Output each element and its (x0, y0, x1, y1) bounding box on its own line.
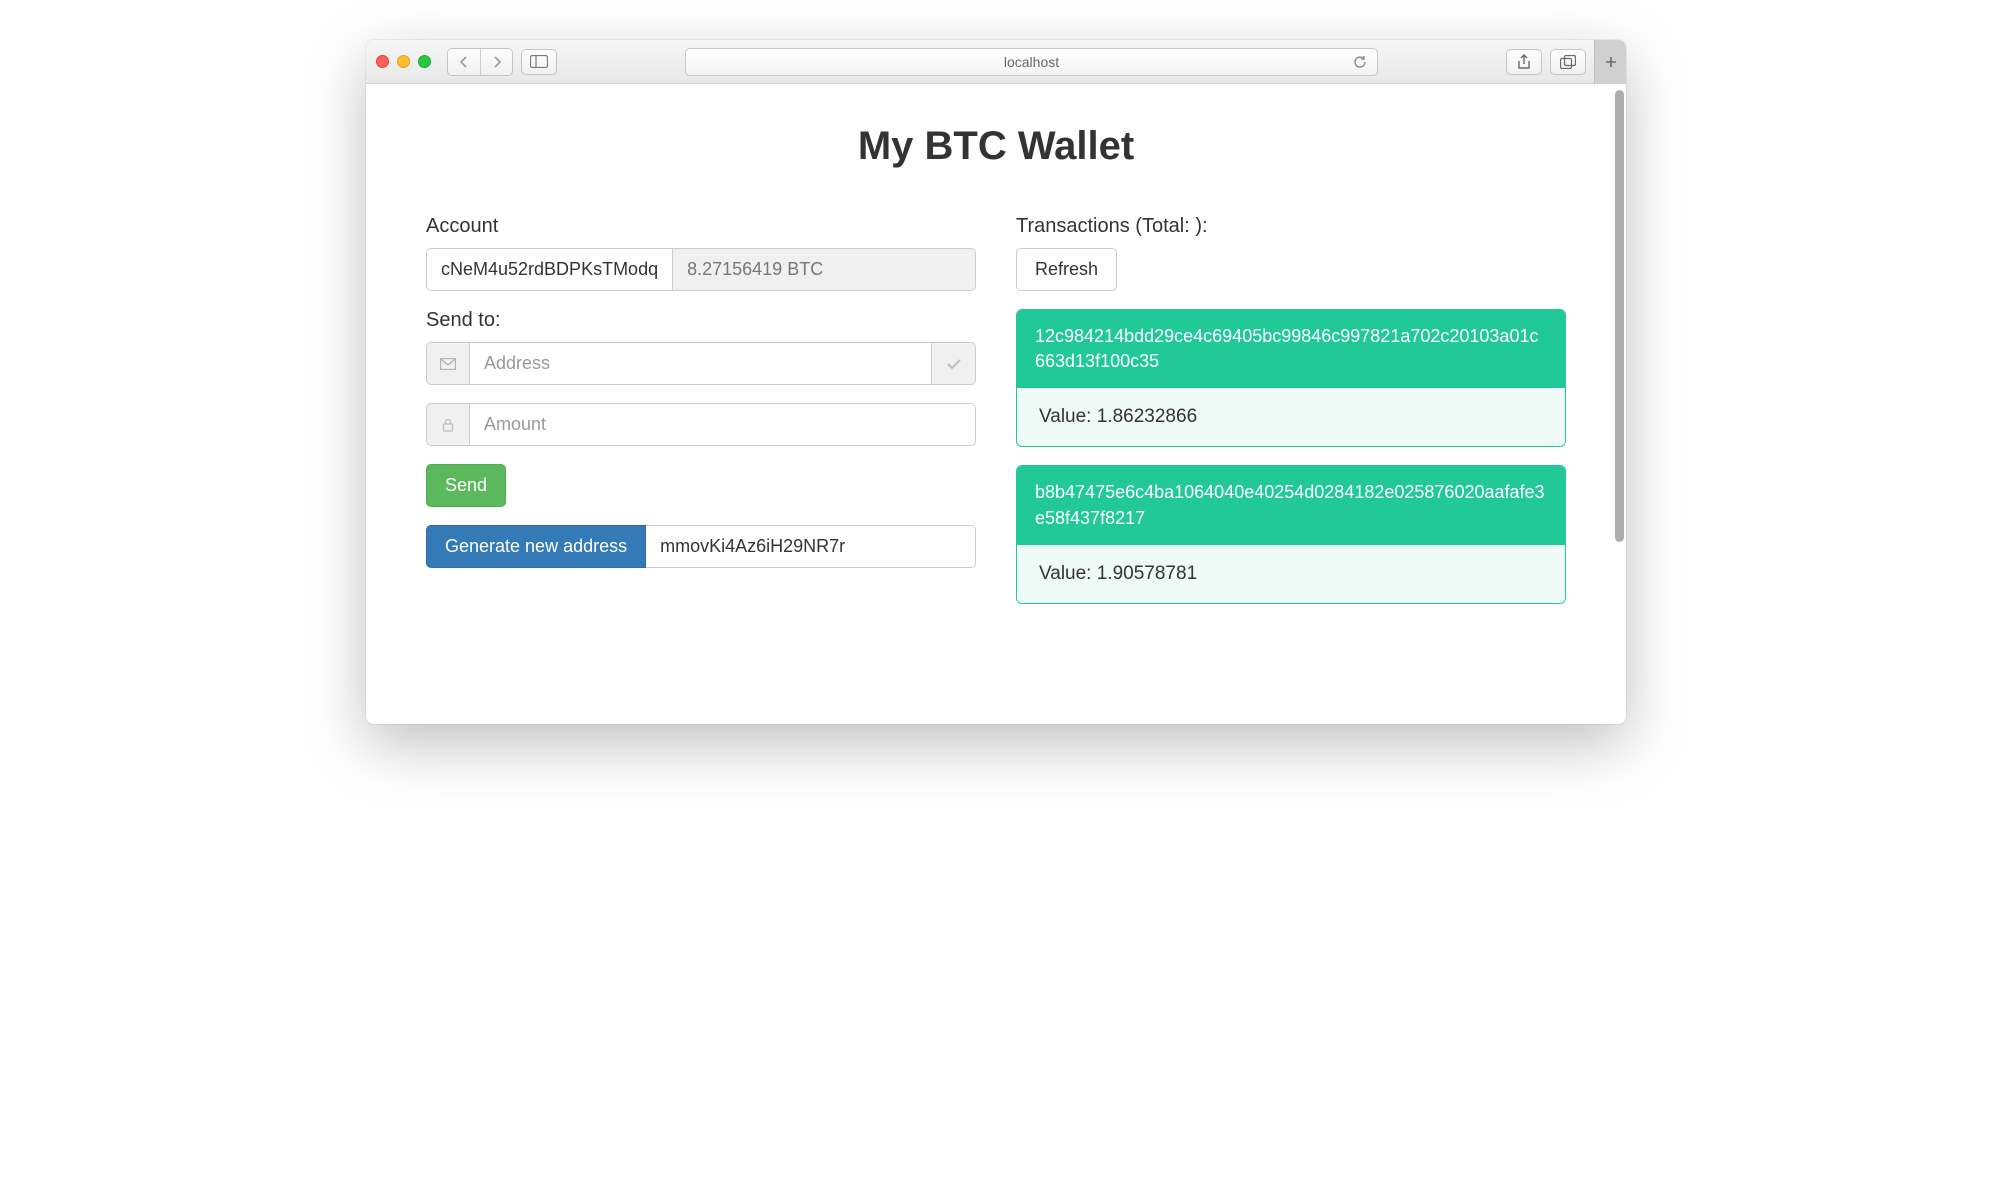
left-column: Account cNeM4u52rdBDPKsTModq 8.27156419 … (426, 215, 976, 604)
transaction-hash: b8b47475e6c4ba1064040e40254d0284182e0258… (1017, 466, 1565, 544)
transactions-label: Transactions (Total: ): (1016, 215, 1566, 238)
refresh-button[interactable]: Refresh (1016, 248, 1117, 291)
address-bar[interactable]: localhost (685, 48, 1378, 76)
reload-icon[interactable] (1353, 55, 1367, 69)
amount-input-group (426, 403, 976, 446)
transactions-label-prefix: Transactions (Total: (1016, 215, 1195, 237)
generated-address: mmovKi4Az6iH29NR7r (646, 525, 976, 568)
transaction-value-prefix: Value: (1039, 563, 1097, 584)
amount-input[interactable] (470, 403, 976, 446)
browser-window: localhost My BTC Wallet Account cNe (366, 40, 1626, 724)
transaction-card: b8b47475e6c4ba1064040e40254d0284182e0258… (1016, 465, 1566, 603)
transaction-hash: 12c984214bdd29ce4c69405bc99846c997821a70… (1017, 310, 1565, 388)
main-columns: Account cNeM4u52rdBDPKsTModq 8.27156419 … (426, 215, 1566, 604)
scrollbar[interactable] (1615, 90, 1624, 718)
maximize-window-button[interactable] (418, 55, 431, 68)
back-button[interactable] (448, 49, 480, 75)
send-to-label: Send to: (426, 309, 976, 332)
transaction-value-prefix: Value: (1039, 406, 1097, 427)
address-input[interactable] (470, 342, 932, 385)
minimize-window-button[interactable] (397, 55, 410, 68)
traffic-lights (376, 55, 431, 68)
account-group: cNeM4u52rdBDPKsTModq 8.27156419 BTC (426, 248, 976, 291)
check-icon (932, 342, 976, 385)
page-content: My BTC Wallet Account cNeM4u52rdBDPKsTMo… (366, 84, 1626, 724)
transactions-label-suffix: ): (1195, 215, 1207, 237)
new-tab-button[interactable] (1594, 40, 1626, 84)
account-label: Account (426, 215, 976, 238)
close-window-button[interactable] (376, 55, 389, 68)
account-balance: 8.27156419 BTC (673, 248, 976, 291)
titlebar-right (1506, 49, 1616, 75)
envelope-icon (426, 342, 470, 385)
transaction-card: 12c984214bdd29ce4c69405bc99846c997821a70… (1016, 309, 1566, 447)
send-button[interactable]: Send (426, 464, 506, 507)
page-title: My BTC Wallet (426, 124, 1566, 169)
tabs-button[interactable] (1550, 49, 1586, 75)
forward-button[interactable] (480, 49, 512, 75)
account-key: cNeM4u52rdBDPKsTModq (426, 248, 673, 291)
transaction-value-row: Value: 1.86232866 (1017, 388, 1565, 446)
share-button[interactable] (1506, 49, 1542, 75)
transaction-value: 1.86232866 (1097, 406, 1197, 427)
nav-button-group (447, 48, 513, 76)
right-column: Transactions (Total: ): Refresh 12c98421… (1016, 215, 1566, 604)
address-input-group (426, 342, 976, 385)
transaction-value: 1.90578781 (1097, 563, 1197, 584)
sidebar-toggle-button[interactable] (521, 49, 557, 75)
url-text: localhost (1004, 54, 1059, 70)
scrollbar-thumb[interactable] (1615, 90, 1624, 542)
generate-address-group: Generate new address mmovKi4Az6iH29NR7r (426, 525, 976, 568)
transaction-value-row: Value: 1.90578781 (1017, 545, 1565, 603)
generate-address-button[interactable]: Generate new address (426, 525, 646, 568)
titlebar: localhost (366, 40, 1626, 84)
lock-icon (426, 403, 470, 446)
